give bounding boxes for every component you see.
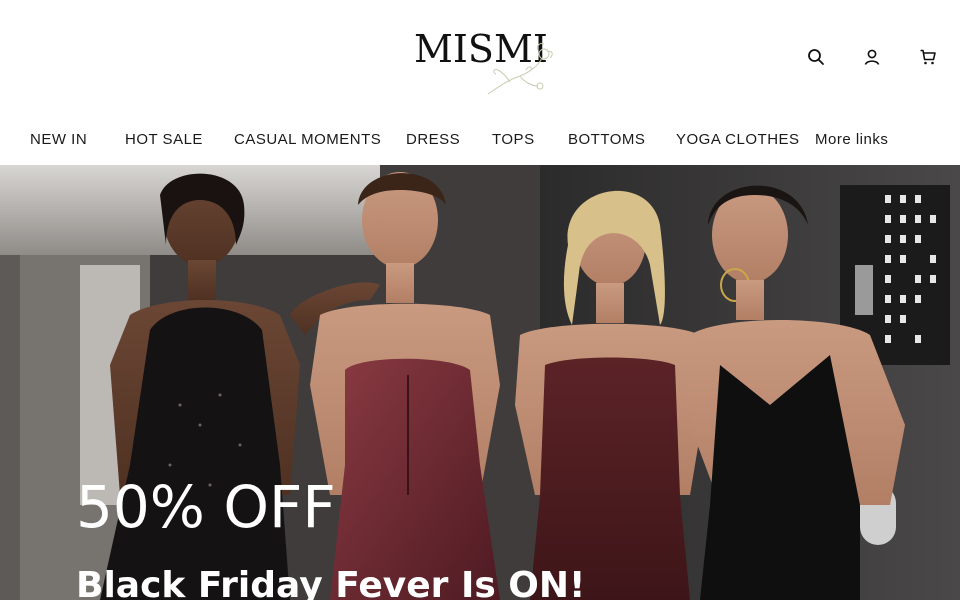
nav-item-tops[interactable]: TOPS [492,131,535,148]
nav-item-more-links[interactable]: More links [815,131,888,148]
flower-decoration-icon [487,43,553,95]
main-navigation: NEW IN HOT SALE CASUAL MOMENTS DRESS TOP… [0,118,960,164]
nav-item-casual-moments[interactable]: CASUAL MOMENTS [234,131,381,148]
hero-subheadline: Black Friday Fever Is ON! [76,565,586,600]
account-icon[interactable] [862,46,882,68]
nav-item-bottoms[interactable]: BOTTOMS [568,131,645,148]
brand-logo[interactable]: MISMI [410,26,560,98]
search-icon[interactable] [806,46,826,68]
nav-item-hot-sale[interactable]: HOT SALE [125,131,203,148]
cart-icon[interactable] [918,46,938,68]
header-actions [806,46,938,68]
nav-item-new-in[interactable]: NEW IN [30,131,87,148]
site-header: MISMI [0,0,960,118]
nav-item-yoga-clothes[interactable]: YOGA CLOTHES [676,131,800,148]
hero-headline: 50% OFF [76,473,336,541]
nav-item-dress[interactable]: DRESS [406,131,460,148]
hero-banner[interactable]: 50% OFF Black Friday Fever Is ON! [0,165,960,600]
